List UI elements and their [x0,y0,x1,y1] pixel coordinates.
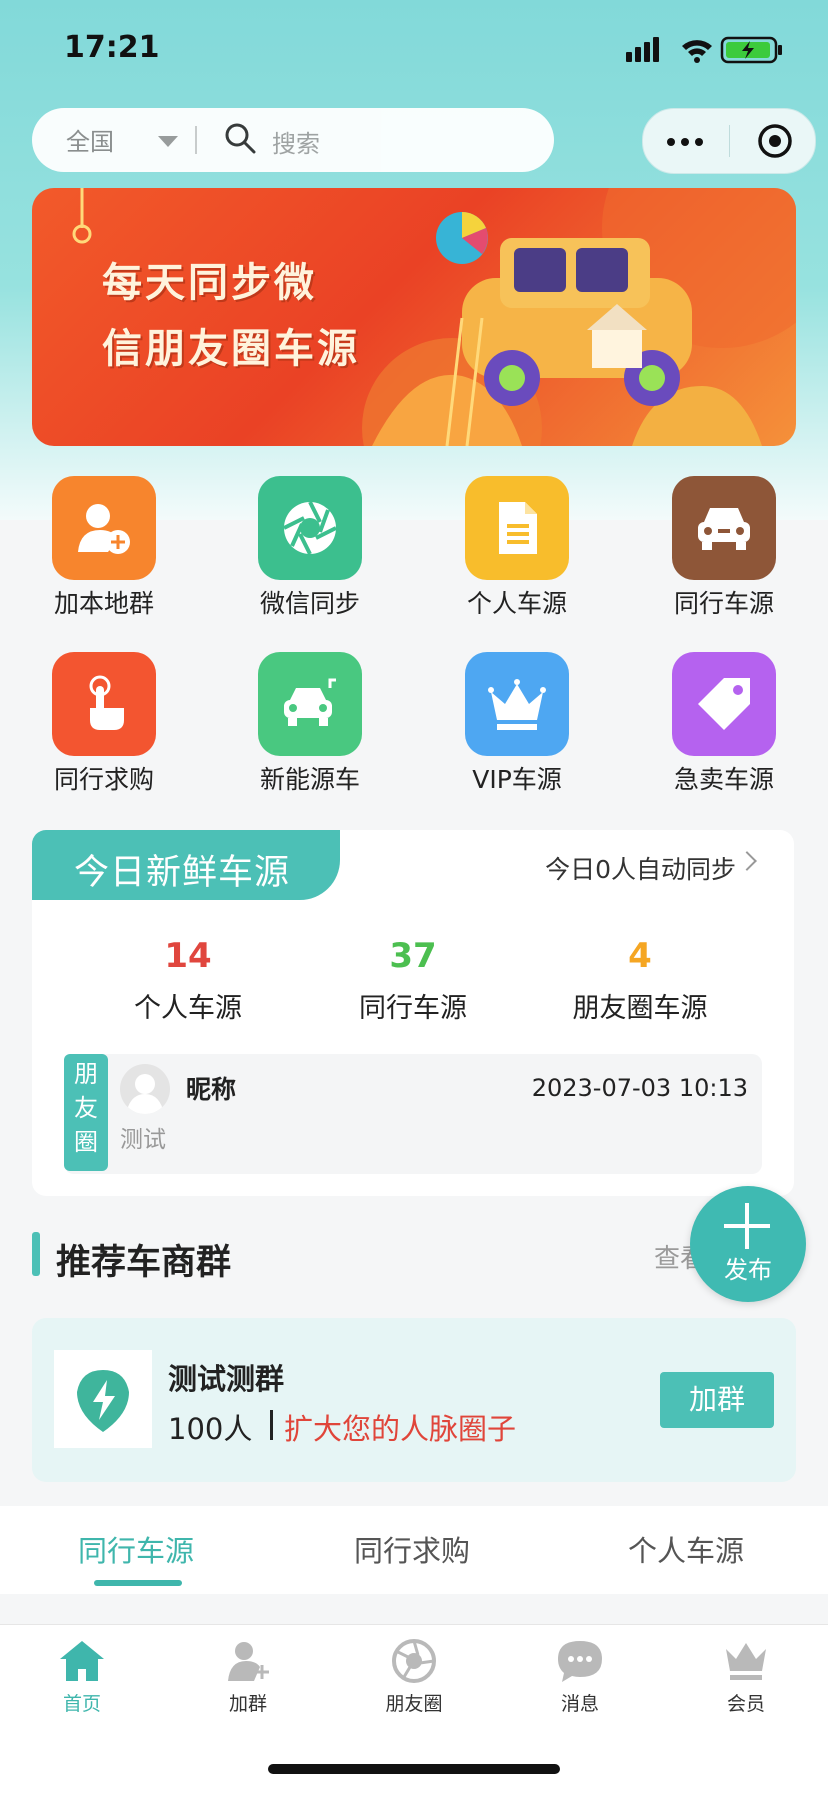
nav-label: 首页 [62,1693,101,1715]
caret-down-icon[interactable] [158,136,178,147]
grid-item-urgent-sale[interactable]: 急卖车源 [644,652,804,802]
close-miniprogram-icon[interactable] [755,121,795,161]
tab-peer-cars[interactable]: 同行车源 [78,1528,194,1570]
add-group-icon [228,1642,269,1681]
grid-item-vip-cars[interactable]: VIP车源 [437,652,597,802]
nav-member[interactable]: 会员 [686,1639,806,1716]
region-selector[interactable]: 全国 [66,122,114,157]
price-tag-icon [672,652,776,756]
stat-label: 朋友圈车源 [572,993,708,1024]
grid-item-new-energy[interactable]: 新能源车 [230,652,390,802]
capsule-divider [729,125,730,157]
aperture-icon [258,476,362,580]
grid-item-label: 加本地群 [53,589,154,618]
lightning-shield-icon [77,1370,129,1432]
grid-item-peer-wanted[interactable]: 同行求购 [24,652,184,802]
banner-headline-line-1: 每天同步微 [102,260,317,306]
post-content: 测试 [120,1127,166,1153]
more-menu-icon[interactable] [667,131,709,150]
fresh-cars-card: 今日新鲜车源 今日0人自动同步 14 个人车源 37 同行车源 4 朋友圈车源 … [32,830,794,1196]
grid-item-label: 同行求购 [53,765,154,794]
electric-car-icon [258,652,362,756]
grid-item-add-local-group[interactable]: 加本地群 [24,476,184,626]
nav-label: 朋友圈 [385,1693,443,1715]
stat-value: 37 [389,936,437,976]
grid-item-personal-cars[interactable]: 个人车源 [437,476,597,626]
signal-wifi-battery-icon [626,36,782,64]
publish-button[interactable]: 发布 [690,1186,806,1302]
nav-label: 加群 [228,1693,267,1715]
moments-badge: 朋 友 圈 [64,1054,108,1171]
document-icon [465,476,569,580]
tap-hand-icon [52,652,156,756]
status-time: 17:21 [64,30,160,65]
tab-personal-cars[interactable]: 个人车源 [628,1528,744,1570]
nav-add-group[interactable]: 加群 [188,1639,308,1716]
nav-messages[interactable]: 消息 [520,1639,640,1716]
group-divider [270,1410,273,1440]
search-divider [195,126,197,154]
stat-value: 14 [164,936,212,976]
grid-item-label: VIP车源 [472,765,562,794]
grid-item-wechat-sync[interactable]: 微信同步 [230,476,390,626]
crown-icon [726,1643,766,1680]
plus-icon-vertical [745,1203,749,1249]
stat-value: 4 [628,936,652,976]
promo-banner[interactable]: 每天同步微 信朋友圈车源 [32,188,796,446]
nav-label: 消息 [560,1693,599,1715]
publish-label: 发布 [724,1256,772,1284]
grid-item-label: 同行车源 [673,589,774,618]
group-name: 测试测群 [168,1362,285,1396]
grid-item-label: 新能源车 [259,765,360,794]
grid-item-peer-cars[interactable]: 同行车源 [644,476,804,626]
section-accent-bar [32,1232,40,1276]
message-icon [558,1641,602,1682]
home-indicator [268,1764,560,1774]
stat-personal-cars[interactable]: 14 个人车源 [68,936,308,1025]
nav-moments[interactable]: 朋友圈 [354,1639,474,1716]
nav-home[interactable]: 首页 [22,1639,142,1716]
grid-item-label: 微信同步 [259,589,360,618]
car-icon [672,476,776,580]
search-icon [225,123,256,154]
group-logo [54,1350,152,1448]
miniprogram-capsule [642,108,816,174]
stat-label: 同行车源 [359,993,467,1024]
moments-post[interactable]: 朋 友 圈 昵称 测试 2023-07-03 10:13 [64,1054,762,1174]
group-member-count: 100人 [168,1412,253,1446]
fresh-tag-label: 今日新鲜车源 [74,853,291,893]
group-card[interactable]: 测试测群 100人 扩大您的人脉圈子 加群 [32,1318,796,1482]
group-slogan: 扩大您的人脉圈子 [284,1412,517,1446]
grid-item-label: 急卖车源 [673,765,774,794]
crown-icon [465,652,569,756]
car-source-tabs: 同行车源 同行求购 个人车源 [0,1506,828,1594]
recommend-title: 推荐车商群 [56,1243,232,1283]
active-tab-indicator [94,1580,182,1586]
search-input[interactable]: 搜索 [272,124,320,159]
stat-peer-cars[interactable]: 37 同行车源 [293,936,533,1025]
status-indicators [622,32,792,66]
tab-peer-wanted[interactable]: 同行求购 [354,1528,470,1570]
nav-label: 会员 [726,1693,765,1715]
banner-headline-line-2: 信朋友圈车源 [102,326,360,372]
stat-label: 个人车源 [134,993,242,1024]
avatar [120,1064,170,1114]
post-time: 2023-07-03 10:13 [531,1074,748,1102]
auto-sync-link[interactable]: 今日0人自动同步 [545,850,736,886]
post-nickname: 昵称 [186,1075,237,1104]
moments-badge-text: 朋 友 圈 [74,1060,98,1156]
chevron-right-icon[interactable] [737,851,757,871]
join-group-button[interactable]: 加群 [660,1372,774,1428]
grid-item-label: 个人车源 [466,589,567,618]
stat-moments-cars[interactable]: 4 朋友圈车源 [520,936,760,1025]
add-user-icon [52,476,156,580]
home-icon [60,1641,104,1681]
search-bar[interactable]: 全国 搜索 [32,108,554,172]
moments-icon [392,1639,436,1683]
fresh-tag: 今日新鲜车源 [32,830,340,900]
